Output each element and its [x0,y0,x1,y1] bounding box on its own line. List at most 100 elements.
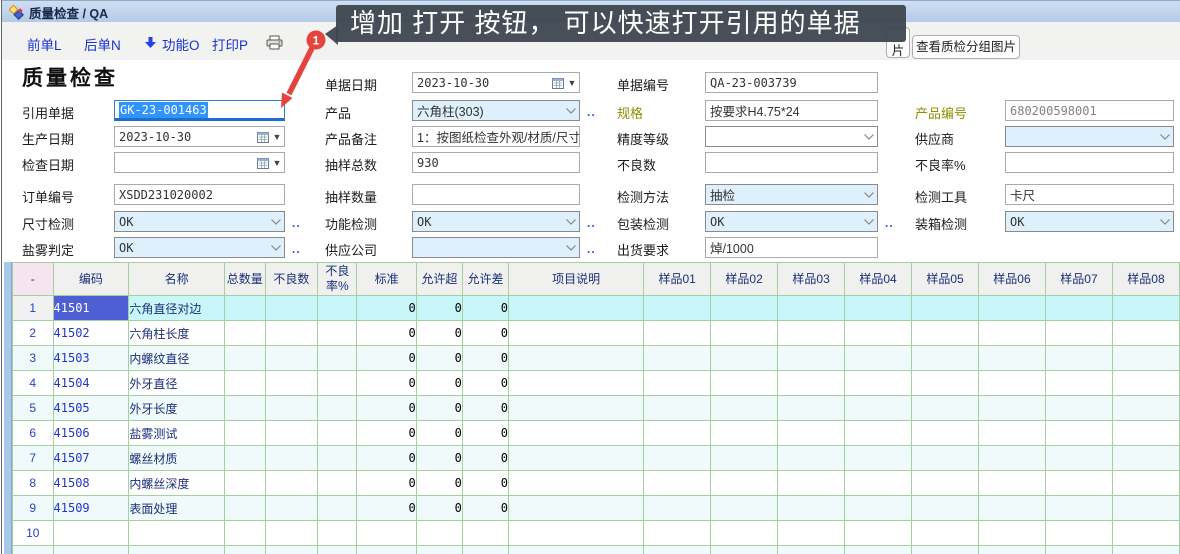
doc-date-date-input[interactable]: 2023-10-30▼ [412,72,580,93]
code-cell[interactable]: 41502 [53,321,129,346]
row-number-cell[interactable]: 3 [13,346,54,371]
allow-diff-cell[interactable] [462,521,508,546]
chevron-down-icon[interactable] [268,212,284,231]
precision-select[interactable] [705,126,878,147]
sample-05-cell[interactable] [912,421,979,446]
check-date-date-input[interactable]: ▼ [114,152,285,173]
standard-cell[interactable]: 0 [357,446,416,471]
sample-01-cell[interactable] [644,471,711,496]
sample-01-cell[interactable] [644,321,711,346]
sample-02-cell[interactable] [711,396,778,421]
sample-01-cell[interactable] [644,421,711,446]
name-cell[interactable]: 外牙直径 [129,371,225,396]
name-cell[interactable]: 盐雾测试 [129,421,225,446]
sample-06-cell[interactable] [979,421,1046,446]
sample-04-cell[interactable] [845,546,912,554]
defect-rate-cell[interactable] [318,546,357,554]
allow-over-cell[interactable]: 0 [416,396,462,421]
sample-02-cell[interactable] [711,296,778,321]
chevron-down-icon[interactable] [563,101,579,120]
standard-cell[interactable]: 0 [357,421,416,446]
defect-count-cell[interactable] [265,396,318,421]
row-number-cell[interactable]: 2 [13,321,54,346]
allow-diff-cell[interactable]: 0 [462,396,508,421]
sample-06-cell[interactable] [979,296,1046,321]
sample-06-cell[interactable] [979,521,1046,546]
sample-01-cell[interactable] [644,496,711,521]
code-cell[interactable] [53,521,129,546]
allow-over-cell[interactable]: 0 [416,421,462,446]
allow-over-cell[interactable]: 0 [416,321,462,346]
package-test-more-button[interactable]: .. [885,216,894,230]
print-button[interactable]: 打印P [212,34,248,54]
sample-08-cell[interactable] [1112,321,1179,346]
sample-06-cell[interactable] [979,471,1046,496]
chevron-down-icon[interactable] [861,185,877,204]
sample-08-cell[interactable] [1112,471,1179,496]
sample-02-cell[interactable] [711,446,778,471]
size-test-more-button[interactable]: .. [292,216,301,230]
package-test-select[interactable]: OK [705,211,878,232]
code-cell[interactable]: 41507 [53,446,129,471]
sample-04-cell[interactable] [845,446,912,471]
sample-03-cell[interactable] [778,546,845,554]
row-number-cell[interactable]: 8 [13,471,54,496]
name-cell[interactable]: 外牙长度 [129,396,225,421]
defect-rate-cell[interactable] [318,371,357,396]
allow-diff-cell[interactable]: 0 [462,371,508,396]
sample-04-cell[interactable] [845,396,912,421]
allow-over-cell[interactable]: 0 [416,296,462,321]
sample-03-cell[interactable] [778,421,845,446]
total-qty-cell[interactable] [225,321,265,346]
product-no-input[interactable]: 680200598001 [1005,100,1174,121]
sample-05-cell[interactable] [912,546,979,554]
sample-08-cell[interactable] [1112,421,1179,446]
sample-08-cell[interactable] [1112,371,1179,396]
row-number-cell[interactable]: 1 [13,296,54,321]
salt-spray-select[interactable]: OK [114,237,285,258]
name-cell[interactable] [129,546,225,554]
test-method-select[interactable]: 抽检 [705,184,878,205]
defect-count-cell[interactable] [265,371,318,396]
sample-05-cell[interactable] [912,446,979,471]
spec-input[interactable]: 按要求H4.75*24 [705,100,878,121]
sample-08-cell[interactable] [1112,546,1179,554]
sample-qty-input[interactable] [412,184,580,205]
sample-07-cell[interactable] [1045,396,1112,421]
chevron-down-icon[interactable] [563,238,579,257]
defect-count-cell[interactable] [265,446,318,471]
sample-01-cell[interactable] [644,346,711,371]
item-description-cell[interactable] [509,496,644,521]
row-number-cell[interactable]: 10 [13,521,54,546]
sample-07-cell[interactable] [1045,521,1112,546]
row-number-cell[interactable]: 4 [13,371,54,396]
sample-01-cell[interactable] [644,371,711,396]
name-cell[interactable]: 表面处理 [129,496,225,521]
item-description-cell[interactable] [509,346,644,371]
sample-07-cell[interactable] [1045,346,1112,371]
sample-06-cell[interactable] [979,546,1046,554]
sample-04-cell[interactable] [845,496,912,521]
sample-05-cell[interactable] [912,471,979,496]
sample-05-cell[interactable] [912,296,979,321]
sample-02-cell[interactable] [711,371,778,396]
total-qty-cell[interactable] [225,371,265,396]
name-cell[interactable]: 内螺纹直径 [129,346,225,371]
sample-07-cell[interactable] [1045,321,1112,346]
standard-cell[interactable]: 0 [357,346,416,371]
chevron-down-icon[interactable] [1157,212,1173,231]
chevron-down-icon[interactable] [1157,127,1173,146]
defect-count-cell[interactable] [265,321,318,346]
code-cell[interactable]: 41503 [53,346,129,371]
allow-diff-cell[interactable]: 0 [462,496,508,521]
defect-count-cell[interactable] [265,471,318,496]
ref-doc-input[interactable]: GK-23-001463 [114,100,285,121]
allow-diff-cell[interactable]: 0 [462,321,508,346]
defect-count-cell[interactable] [265,496,318,521]
defect-count-cell[interactable] [265,296,318,321]
sample-03-cell[interactable] [778,446,845,471]
sample-01-cell[interactable] [644,521,711,546]
sample-08-cell[interactable] [1112,296,1179,321]
defect-count-cell[interactable] [265,546,318,554]
item-description-cell[interactable] [509,446,644,471]
